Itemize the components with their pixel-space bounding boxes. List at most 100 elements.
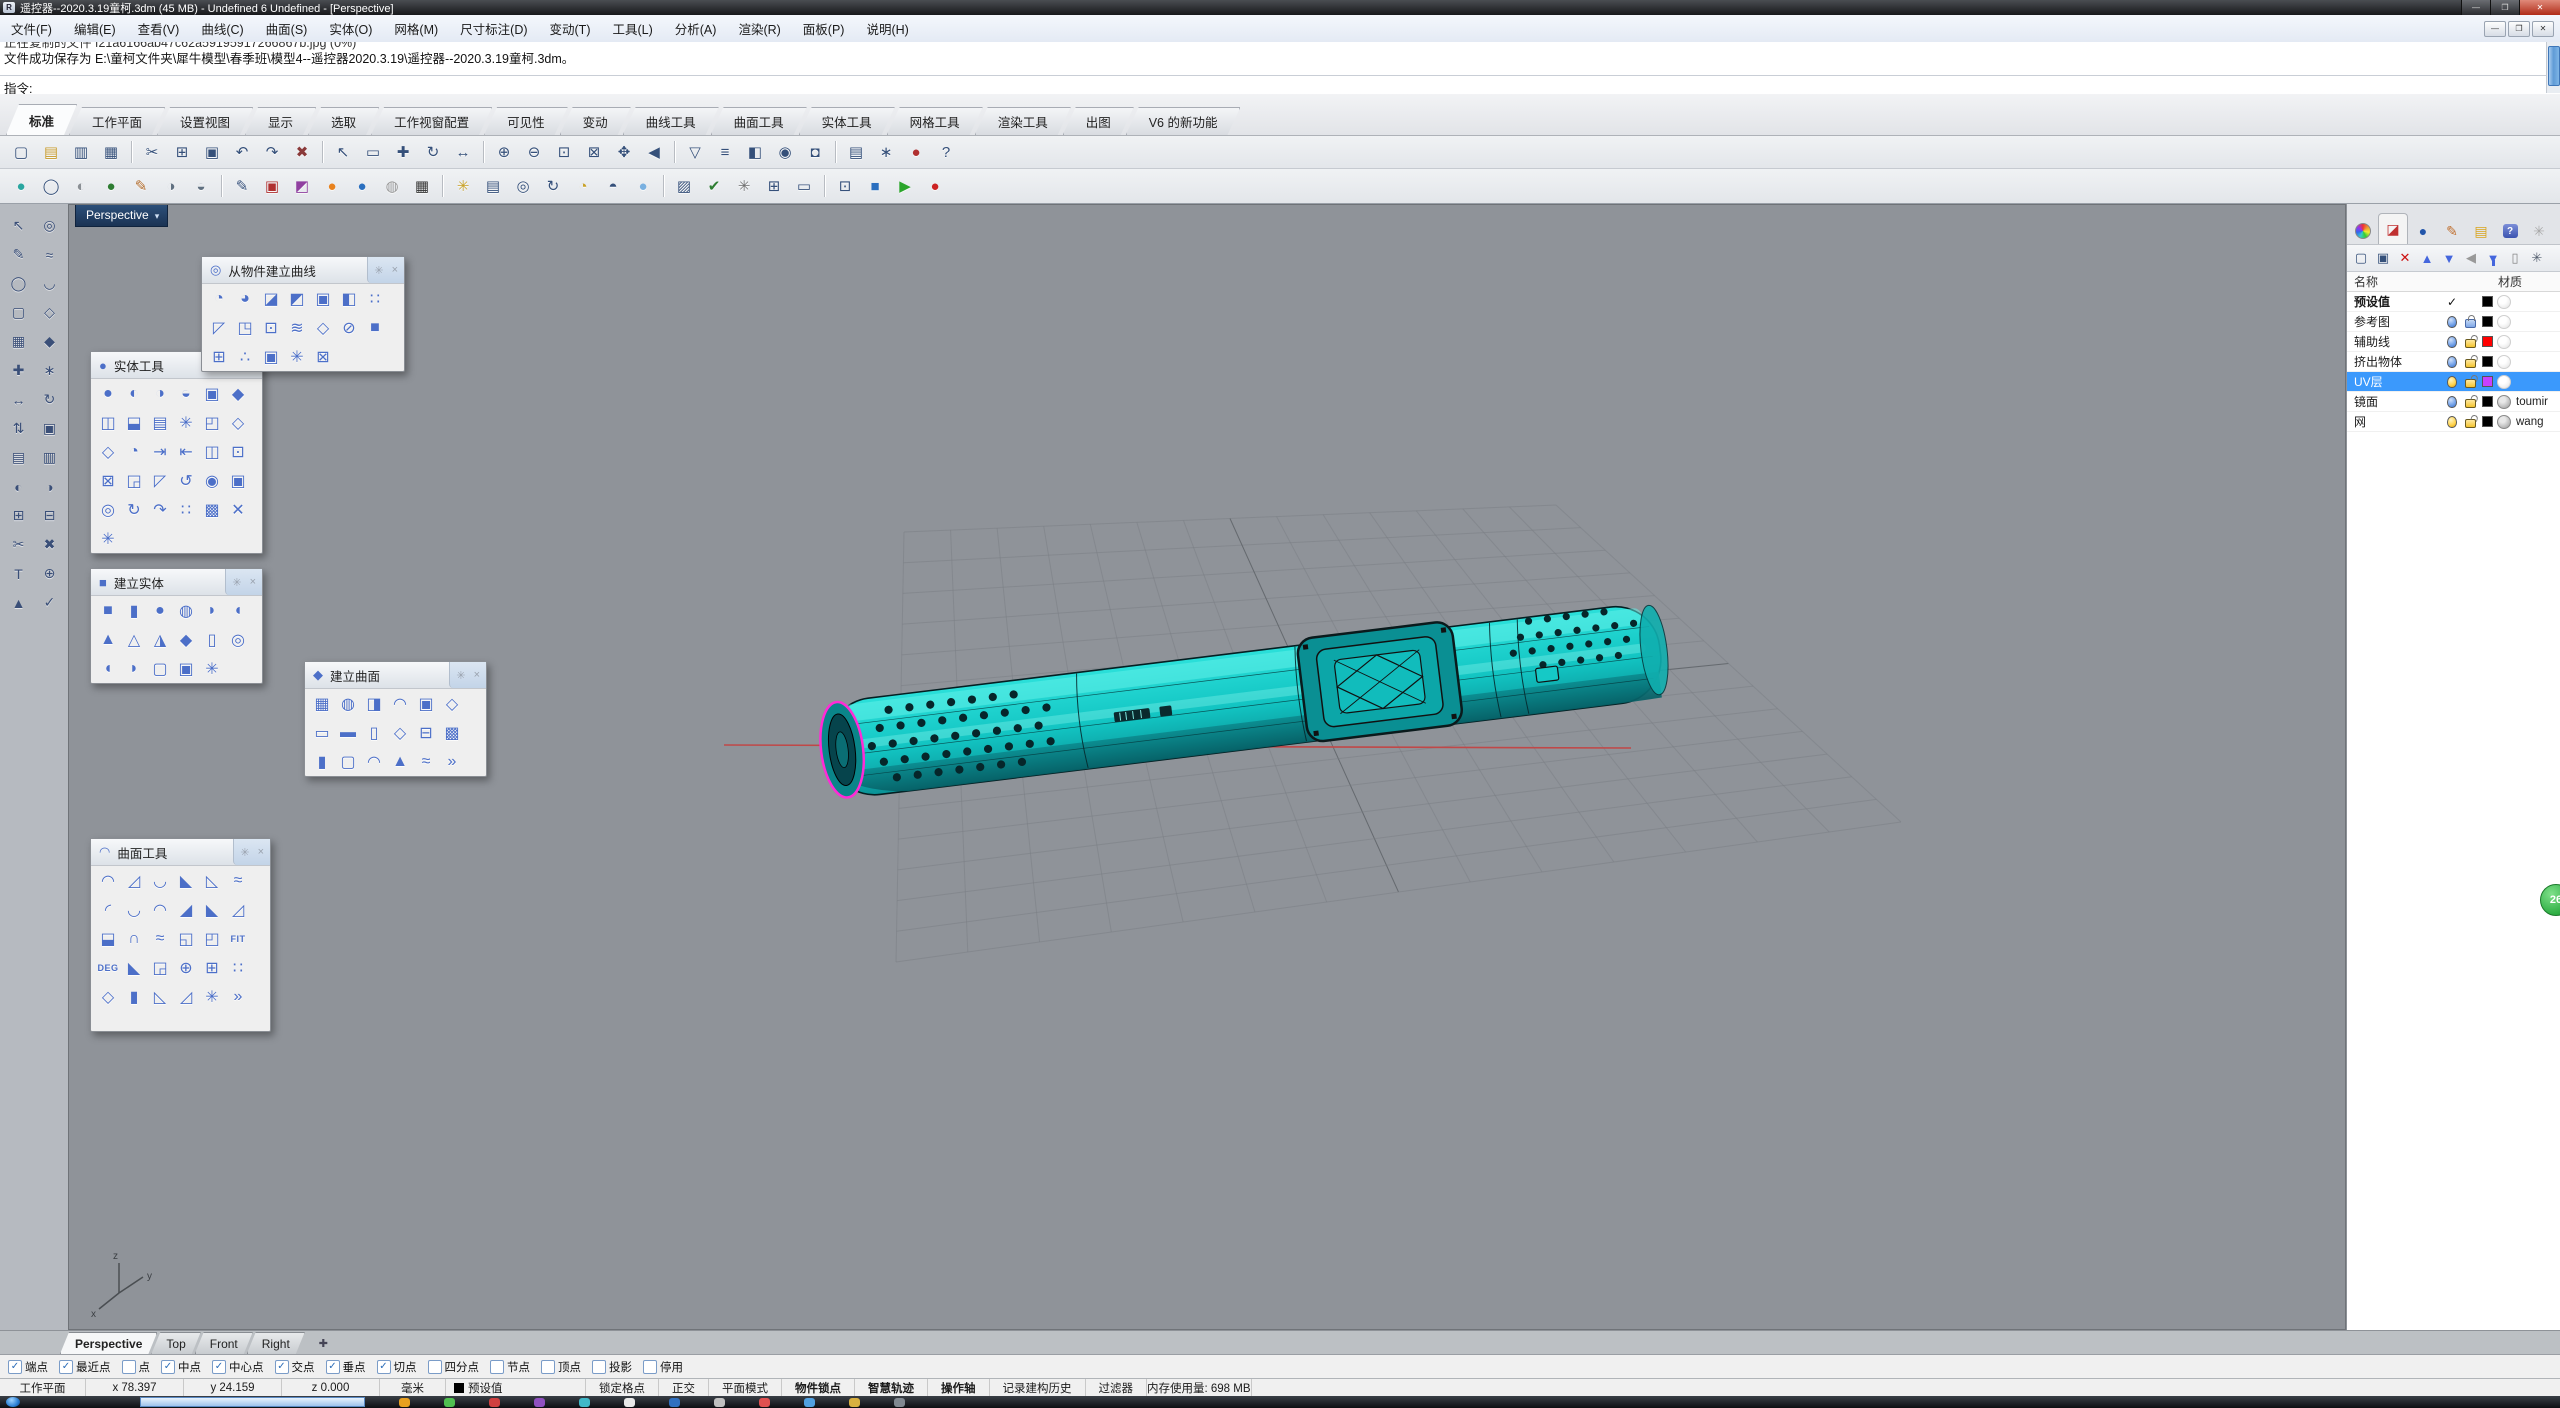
- menu-item-曲线(C)[interactable]: 曲线(C): [190, 15, 254, 42]
- surface-tools-tool-3-4[interactable]: ⊞: [199, 954, 225, 981]
- surface-tools-tool-4-0[interactable]: ◇: [95, 983, 121, 1010]
- sidebar-tool-11-0[interactable]: ✂: [4, 531, 33, 558]
- command-scrollbar-thumb[interactable]: [2548, 46, 2560, 86]
- toolbar2-flat-shade-button[interactable]: ◑: [157, 173, 185, 199]
- layer-color-swatch[interactable]: [2482, 396, 2493, 407]
- toolbar2-orange-material-button[interactable]: ●: [318, 173, 346, 199]
- create-solid-tool-0-3[interactable]: ◍: [173, 597, 199, 624]
- move-layer-down-button[interactable]: ▼: [2438, 247, 2460, 269]
- solid-tools-tool-0-5[interactable]: ◆: [225, 380, 251, 407]
- taskbar-icon-2[interactable]: [489, 1398, 500, 1407]
- toolbar1-zoom-window-button[interactable]: ⊡: [550, 139, 578, 165]
- toolbar2-material-ball-button[interactable]: ●: [629, 173, 657, 199]
- toolbar1-help-button[interactable]: ?: [932, 139, 960, 165]
- osnap-交点[interactable]: 交点: [275, 1359, 315, 1375]
- layer-lock-slot[interactable]: [2461, 315, 2479, 328]
- toolbar2-camera-button[interactable]: ◎: [509, 173, 537, 199]
- toolbar2-blue-material-button[interactable]: ●: [348, 173, 376, 199]
- move-layer-up-button[interactable]: ▲: [2416, 247, 2438, 269]
- sidebar-tool-9-0[interactable]: ◐: [4, 473, 33, 500]
- checkbox-顶点[interactable]: [541, 1360, 555, 1374]
- toolbar1-record-button[interactable]: ●: [902, 139, 930, 165]
- sidebar-tool-10-0[interactable]: ⊞: [4, 502, 33, 529]
- checkbox-交点[interactable]: [275, 1360, 289, 1374]
- ribbon-tab-出图[interactable]: 出图: [1063, 107, 1134, 135]
- osnap-中心点[interactable]: 中心点: [212, 1359, 264, 1375]
- create-solid-tool-2-3[interactable]: ▣: [173, 655, 199, 682]
- layer-material-slot[interactable]: [2495, 295, 2513, 309]
- material-ball-icon[interactable]: [2497, 375, 2511, 389]
- surface-tools-tool-0-1[interactable]: ◿: [121, 867, 147, 894]
- toolbar1-select-window-button[interactable]: ▭: [359, 139, 387, 165]
- ribbon-tab-实体工具[interactable]: 实体工具: [799, 107, 895, 135]
- osnap-节点[interactable]: 节点: [490, 1359, 530, 1375]
- curve-from-object-tool-0-6[interactable]: ∷: [362, 285, 388, 312]
- checkbox-中心点[interactable]: [212, 1360, 226, 1374]
- toolbar1-display-toggle-button[interactable]: ◧: [741, 139, 769, 165]
- create-solid-tool-1-2[interactable]: ◮: [147, 626, 173, 653]
- create-surface-tool-1-3[interactable]: ◇: [387, 719, 413, 746]
- material-ball-icon[interactable]: [2497, 335, 2511, 349]
- layer-color-swatch[interactable]: [2482, 416, 2493, 427]
- create-solid-tool-1-3[interactable]: ◆: [173, 626, 199, 653]
- create-surface-tool-2-0[interactable]: ▮: [309, 748, 335, 775]
- solid-tools-tool-2-0[interactable]: ◇: [95, 438, 121, 465]
- panel-tab-panel-options[interactable]: ✳: [2525, 218, 2553, 244]
- ribbon-tab-曲面工具[interactable]: 曲面工具: [711, 107, 807, 135]
- layer-material-slot[interactable]: [2495, 395, 2513, 409]
- panel-tab-display-panel[interactable]: ●: [2409, 218, 2437, 244]
- panel-tab-notes-panel[interactable]: ✎: [2438, 218, 2466, 244]
- surface-tools-tool-3-0[interactable]: DEG: [95, 954, 121, 981]
- ribbon-tab-设置视图[interactable]: 设置视图: [157, 107, 253, 135]
- close-icon[interactable]: ×: [250, 576, 256, 588]
- taskbar-icon-0[interactable]: [399, 1398, 410, 1407]
- side-button[interactable]: [1535, 666, 1559, 683]
- solid-tools-tool-3-1[interactable]: ◲: [121, 467, 147, 494]
- layer-visibility-slot[interactable]: ✓: [2443, 295, 2461, 309]
- surface-tools-tool-4-2[interactable]: ◺: [147, 983, 173, 1010]
- menu-item-文件(F)[interactable]: 文件(F): [0, 15, 63, 42]
- checkbox-端点[interactable]: [8, 1360, 22, 1374]
- layer-bulb-icon[interactable]: [2447, 336, 2457, 348]
- toolbar2-light-button[interactable]: ✳: [449, 173, 477, 199]
- create-solid-tool-0-5[interactable]: ◖: [225, 597, 251, 624]
- toolbar2-grid-options-button[interactable]: ⊞: [760, 173, 788, 199]
- solid-tools-tool-4-2[interactable]: ↷: [147, 496, 173, 523]
- surface-tools-tool-1-1[interactable]: ◡: [121, 896, 147, 923]
- create-surface-tool-2-2[interactable]: ◠: [361, 748, 387, 775]
- toolbar1-named-views-button[interactable]: ▽: [681, 139, 709, 165]
- create-surface-tool-0-0[interactable]: ▦: [309, 690, 335, 717]
- layer-visibility-slot[interactable]: [2443, 396, 2461, 408]
- solid-tools-tool-0-1[interactable]: ◐: [121, 380, 147, 407]
- solid-tools-tool-1-0[interactable]: ◫: [95, 409, 121, 436]
- layer-lock-slot[interactable]: [2461, 335, 2479, 348]
- toolbar2-apply-check-button[interactable]: ✔: [700, 173, 728, 199]
- layer-lock-slot[interactable]: [2461, 415, 2479, 428]
- surface-tools-tool-4-3[interactable]: ◿: [173, 983, 199, 1010]
- sidebar-tool-8-1[interactable]: ▥: [35, 444, 64, 471]
- toolbar1-grid-snap-button[interactable]: ∗: [872, 139, 900, 165]
- solid-tools-tool-1-4[interactable]: ◰: [199, 409, 225, 436]
- toolbar1-open-file-button[interactable]: ▤: [37, 139, 65, 165]
- solid-tools-tool-4-3[interactable]: ∷: [173, 496, 199, 523]
- sidebar-tool-13-0[interactable]: ▲: [4, 589, 33, 616]
- layer-color-slot[interactable]: [2479, 416, 2495, 427]
- curve-from-object-tool-2-2[interactable]: ▣: [258, 343, 284, 370]
- solid-tools-tool-3-2[interactable]: ◸: [147, 467, 173, 494]
- create-surface-tool-1-5[interactable]: ▩: [439, 719, 465, 746]
- layer-bulb-icon[interactable]: [2447, 316, 2457, 328]
- toolbar2-pen-view-button[interactable]: ✎: [127, 173, 155, 199]
- solid-tools-tool-4-1[interactable]: ↻: [121, 496, 147, 523]
- taskbar-icon-11[interactable]: [894, 1398, 905, 1407]
- surface-tools-tool-2-0[interactable]: ⬓: [95, 925, 121, 952]
- sidebar-tool-7-1[interactable]: ▣: [35, 415, 64, 442]
- gear-icon[interactable]: ✳: [240, 846, 249, 859]
- create-surface-tool-2-3[interactable]: ▲: [387, 748, 413, 775]
- taskbar-icon-4[interactable]: [579, 1398, 590, 1407]
- palette-title-bar[interactable]: ◆建立曲面✳×: [305, 662, 486, 689]
- layer-lock-icon[interactable]: [2465, 339, 2476, 348]
- surface-tools-tool-2-3[interactable]: ◱: [173, 925, 199, 952]
- menu-item-查看(V)[interactable]: 查看(V): [127, 15, 191, 42]
- toolbar2-record-animation-button[interactable]: ●: [921, 173, 949, 199]
- create-solid-tool-2-0[interactable]: ◖: [95, 655, 121, 682]
